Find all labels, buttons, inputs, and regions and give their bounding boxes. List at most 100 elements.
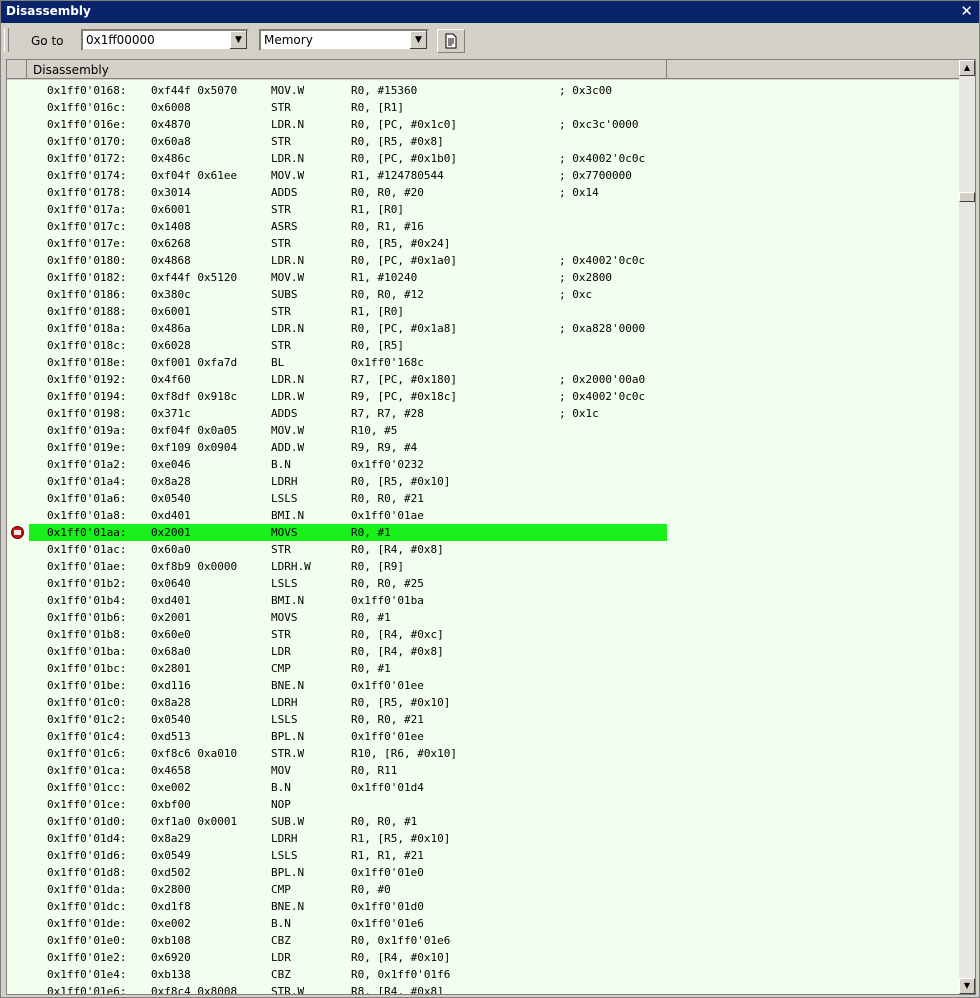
instruction-row[interactable]: 0x1ff0'019a: 0xf04f 0x0a05 MOV.W R10, #5 <box>7 422 959 439</box>
instruction-row[interactable]: 0x1ff0'0192: 0x4f60 LDR.N R7, [PC, #0x180];… <box>7 371 959 388</box>
document-button[interactable] <box>437 29 465 53</box>
instruction-row[interactable]: 0x1ff0'01a8: 0xd401 BMI.N 0x1ff0'01ae <box>7 507 959 524</box>
instruction-row[interactable]: 0x1ff0'017a: 0x6001 STR R1, [R0] <box>7 201 959 218</box>
close-icon[interactable]: ✕ <box>960 2 973 20</box>
instruction-row[interactable]: 0x1ff0'01b4: 0xd401 BMI.N 0x1ff0'01ba <box>7 592 959 609</box>
instruction-row[interactable]: 0x1ff0'01c6: 0xf8c6 0xa010 STR.W R10, [R6, … <box>7 745 959 762</box>
instruction-row[interactable]: 0x1ff0'01b6: 0x2001 MOVS R0, #1 <box>7 609 959 626</box>
instruction-row[interactable]: 0x1ff0'01ac: 0x60a0 STR R0, [R4, #0x8] <box>7 541 959 558</box>
instruction-row[interactable]: 0x1ff0'01b8: 0x60e0 STR R0, [R4, #0xc] <box>7 626 959 643</box>
mnemonic-cell: CMP <box>271 883 291 896</box>
address-cell: 0x1ff0'01ac: <box>47 543 127 556</box>
operands-cell: R0, #15360 <box>351 84 418 97</box>
instruction-row[interactable]: 0x1ff0'0168: 0xf44f 0x5070 MOV.W R0, #15360… <box>7 82 959 99</box>
instruction-row[interactable]: 0x1ff0'017e: 0x6268 STR R0, [R5, #0x24] <box>7 235 959 252</box>
memory-zone-value[interactable]: Memory <box>264 33 313 47</box>
instruction-row[interactable]: 0x1ff0'01cc: 0xe002 B.N 0x1ff0'01d4 <box>7 779 959 796</box>
instruction-row[interactable]: 0x1ff0'01d0: 0xf1a0 0x0001 SUB.W R0, R0, #1 <box>7 813 959 830</box>
opcode-cell: 0x2001 <box>151 526 191 539</box>
address-cell: 0x1ff0'01ce: <box>47 798 127 811</box>
instruction-row[interactable]: 0x1ff0'019e: 0xf109 0x0904 ADD.W R9, R9, #4 <box>7 439 959 456</box>
window-title: Disassembly <box>6 4 91 18</box>
operands-cell: 0x1ff0'168c <box>351 356 424 369</box>
instruction-row[interactable]: 0x1ff0'01da: 0x2800 CMP R0, #0 <box>7 881 959 898</box>
instruction-row[interactable]: 0x1ff0'017c: 0x1408 ASRS R0, R1, #16 <box>7 218 959 235</box>
address-cell: 0x1ff0'01a6: <box>47 492 127 505</box>
current-instruction-row[interactable]: 0x1ff0'01aa: 0x2001 MOVS R0, #1 <box>7 524 959 541</box>
toolbar-grip[interactable] <box>4 28 9 52</box>
instruction-row[interactable]: 0x1ff0'018c: 0x6028 STR R0, [R5] <box>7 337 959 354</box>
instruction-row[interactable]: 0x1ff0'018a: 0x486a LDR.N R0, [PC, #0x1a8];… <box>7 320 959 337</box>
operands-cell: R0, [PC, #0x1c0] <box>351 118 457 131</box>
address-cell: 0x1ff0'0178: <box>47 186 127 199</box>
instruction-row[interactable]: 0x1ff0'018e: 0xf001 0xfa7d BL 0x1ff0'168c <box>7 354 959 371</box>
breakpoint-column-header[interactable] <box>7 60 27 79</box>
operands-cell: R0, [R4, #0x8] <box>351 645 444 658</box>
instruction-row[interactable]: 0x1ff0'01be: 0xd116 BNE.N 0x1ff0'01ee <box>7 677 959 694</box>
instruction-row[interactable]: 0x1ff0'01d6: 0x0549 LSLS R1, R1, #21 <box>7 847 959 864</box>
instruction-row[interactable]: 0x1ff0'01c0: 0x8a28 LDRH R0, [R5, #0x10] <box>7 694 959 711</box>
instruction-row[interactable]: 0x1ff0'016c: 0x6008 STR R0, [R1] <box>7 99 959 116</box>
mnemonic-cell: STR.W <box>271 747 305 760</box>
instruction-row[interactable]: 0x1ff0'0180: 0x4868 LDR.N R0, [PC, #0x1a0];… <box>7 252 959 269</box>
opcode-cell: 0x60a8 <box>151 135 191 148</box>
instruction-row[interactable]: 0x1ff0'01d4: 0x8a29 LDRH R1, [R5, #0x10] <box>7 830 959 847</box>
instruction-row[interactable]: 0x1ff0'0172: 0x486c LDR.N R0, [PC, #0x1b0];… <box>7 150 959 167</box>
instruction-row[interactable]: 0x1ff0'01ae: 0xf8b9 0x0000 LDRH.W R0, [R9] <box>7 558 959 575</box>
instruction-row[interactable]: 0x1ff0'0186: 0x380c SUBS R0, R0, #12 ; 0xc <box>7 286 959 303</box>
instruction-row[interactable]: 0x1ff0'01a4: 0x8a28 LDRH R0, [R5, #0x10] <box>7 473 959 490</box>
chevron-down-icon[interactable]: ▼ <box>229 31 247 49</box>
instruction-row[interactable]: 0x1ff0'01bc: 0x2801 CMP R0, #1 <box>7 660 959 677</box>
address-cell: 0x1ff0'0192: <box>47 373 127 386</box>
goto-address-combo[interactable]: 0x1ff00000 ▼ <box>81 29 249 51</box>
instruction-row[interactable]: 0x1ff0'01a2: 0xe046 B.N 0x1ff0'0232 <box>7 456 959 473</box>
instruction-row[interactable]: 0x1ff0'01c2: 0x0540 LSLS R0, R0, #21 <box>7 711 959 728</box>
instruction-row[interactable]: 0x1ff0'0194: 0xf8df 0x918c LDR.W R9, [PC, #… <box>7 388 959 405</box>
instruction-row[interactable]: 0x1ff0'01ce: 0xbf00 NOP <box>7 796 959 813</box>
scroll-thumb[interactable] <box>959 192 975 202</box>
chevron-down-icon[interactable]: ▼ <box>409 31 427 49</box>
disassembly-column-header[interactable]: Disassembly <box>27 60 667 79</box>
operands-cell: R0, #1 <box>351 611 391 624</box>
goto-address-value[interactable]: 0x1ff00000 <box>86 33 155 47</box>
mnemonic-cell: ADDS <box>271 186 298 199</box>
memory-zone-combo[interactable]: Memory ▼ <box>259 29 429 51</box>
address-cell: 0x1ff0'01e0: <box>47 934 127 947</box>
instruction-row[interactable]: 0x1ff0'016e: 0x4870 LDR.N R0, [PC, #0x1c0];… <box>7 116 959 133</box>
instruction-row[interactable]: 0x1ff0'01a6: 0x0540 LSLS R0, R0, #21 <box>7 490 959 507</box>
instruction-row[interactable]: 0x1ff0'01e4: 0xb138 CBZ R0, 0x1ff0'01f6 <box>7 966 959 983</box>
disassembly-list[interactable]: Disassembly 0x1ff0'0168: 0xf44f 0x5070 MOV… <box>6 59 976 995</box>
address-cell: 0x1ff0'01d0: <box>47 815 127 828</box>
opcode-cell: 0x4658 <box>151 764 191 777</box>
instruction-row[interactable]: 0x1ff0'01e6: 0xf8c4 0x8008 STR.W R8, [R4, #… <box>7 983 959 994</box>
operands-cell: R0, [PC, #0x1a0] <box>351 254 457 267</box>
address-cell: 0x1ff0'01da: <box>47 883 127 896</box>
instruction-row[interactable]: 0x1ff0'01dc: 0xd1f8 BNE.N 0x1ff0'01d0 <box>7 898 959 915</box>
instruction-row[interactable]: 0x1ff0'01e2: 0x6920 LDR R0, [R4, #0x10] <box>7 949 959 966</box>
scroll-up-button[interactable]: ▲ <box>959 60 975 76</box>
instruction-row[interactable]: 0x1ff0'01ca: 0x4658 MOV R0, R11 <box>7 762 959 779</box>
operands-cell: 0x1ff0'01e0 <box>351 866 424 879</box>
address-cell: 0x1ff0'01a8: <box>47 509 127 522</box>
address-cell: 0x1ff0'01ba: <box>47 645 127 658</box>
instruction-row[interactable]: 0x1ff0'01b2: 0x0640 LSLS R0, R0, #25 <box>7 575 959 592</box>
scroll-down-button[interactable]: ▼ <box>959 978 975 994</box>
instruction-row[interactable]: 0x1ff0'01ba: 0x68a0 LDR R0, [R4, #0x8] <box>7 643 959 660</box>
title-bar[interactable]: Disassembly ✕ <box>1 1 979 23</box>
opcode-cell: 0x68a0 <box>151 645 191 658</box>
instruction-row[interactable]: 0x1ff0'0182: 0xf44f 0x5120 MOV.W R1, #10240… <box>7 269 959 286</box>
instruction-row[interactable]: 0x1ff0'0174: 0xf04f 0x61ee MOV.W R1, #12478… <box>7 167 959 184</box>
instruction-row[interactable]: 0x1ff0'0170: 0x60a8 STR R0, [R5, #0x8] <box>7 133 959 150</box>
instruction-row[interactable]: 0x1ff0'01d8: 0xd502 BPL.N 0x1ff0'01e0 <box>7 864 959 881</box>
opcode-cell: 0xb108 <box>151 934 191 947</box>
document-icon <box>445 33 457 49</box>
operands-cell: R0, [R4, #0x8] <box>351 543 444 556</box>
instruction-row[interactable]: 0x1ff0'0188: 0x6001 STR R1, [R0] <box>7 303 959 320</box>
instruction-row[interactable]: 0x1ff0'01c4: 0xd513 BPL.N 0x1ff0'01ee <box>7 728 959 745</box>
vertical-scrollbar[interactable]: ▲ ▼ <box>959 60 975 994</box>
instruction-row[interactable]: 0x1ff0'01e0: 0xb108 CBZ R0, 0x1ff0'01e6 <box>7 932 959 949</box>
instruction-row[interactable]: 0x1ff0'01de: 0xe002 B.N 0x1ff0'01e6 <box>7 915 959 932</box>
instruction-row[interactable]: 0x1ff0'0178: 0x3014 ADDS R0, R0, #20 ; 0x14 <box>7 184 959 201</box>
opcode-cell: 0x4868 <box>151 254 191 267</box>
instruction-row[interactable]: 0x1ff0'0198: 0x371c ADDS R7, R7, #28 ; 0x1c <box>7 405 959 422</box>
